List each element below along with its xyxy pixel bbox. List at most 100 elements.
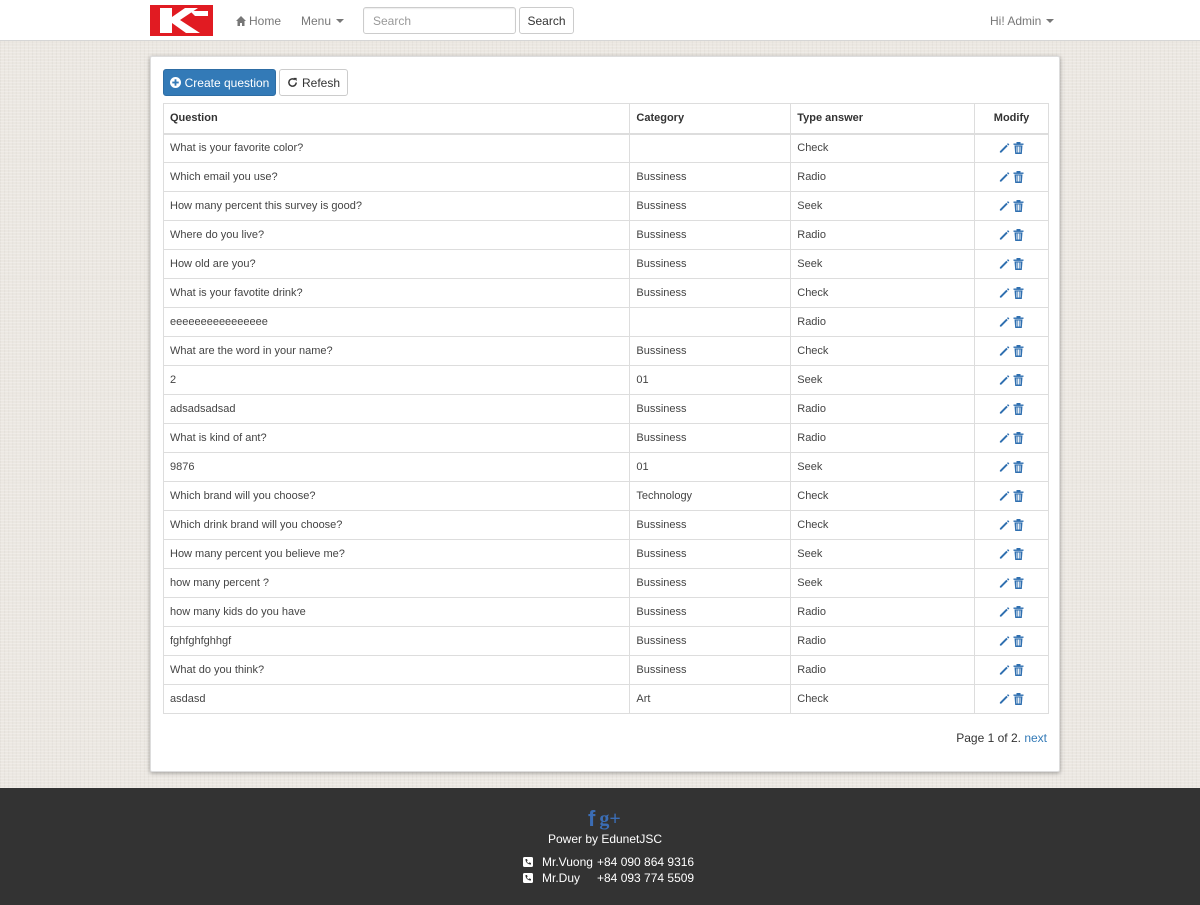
edit-icon[interactable] bbox=[999, 403, 1010, 415]
google-plus-icon[interactable]: g+ bbox=[599, 808, 620, 831]
delete-icon[interactable] bbox=[1013, 490, 1024, 503]
cell-question: 9876 bbox=[162, 452, 631, 482]
nav-home-label: Home bbox=[249, 14, 282, 28]
delete-icon[interactable] bbox=[1013, 258, 1024, 271]
table-row: What is kind of ant? Bussiness Radio bbox=[162, 423, 1049, 453]
cell-type-answer: Check bbox=[790, 336, 976, 366]
facebook-icon[interactable]: f bbox=[588, 806, 595, 832]
delete-icon[interactable] bbox=[1013, 519, 1024, 532]
table-row: 2 01 Seek bbox=[162, 365, 1049, 395]
cell-type-answer: Seek bbox=[790, 539, 976, 569]
cell-question: Which email you use? bbox=[162, 162, 631, 192]
col-header-question[interactable]: Question bbox=[162, 103, 631, 135]
cell-category: Bussiness bbox=[629, 597, 792, 627]
cell-category bbox=[629, 307, 792, 337]
create-question-label: Create question bbox=[184, 75, 270, 90]
cell-category: Art bbox=[629, 684, 792, 714]
nav-home-link[interactable]: Home bbox=[236, 13, 281, 29]
delete-icon[interactable] bbox=[1013, 403, 1024, 416]
delete-icon[interactable] bbox=[1013, 345, 1024, 358]
edit-icon[interactable] bbox=[999, 461, 1010, 473]
search-input[interactable] bbox=[363, 7, 516, 34]
cell-modify bbox=[974, 394, 1049, 424]
delete-icon[interactable] bbox=[1013, 606, 1024, 619]
edit-icon[interactable] bbox=[999, 316, 1010, 328]
edit-icon[interactable] bbox=[999, 374, 1010, 386]
delete-icon[interactable] bbox=[1013, 171, 1024, 184]
edit-icon[interactable] bbox=[999, 548, 1010, 560]
cell-type-answer: Radio bbox=[790, 220, 976, 250]
table-row: What is your favotite drink? Bussiness Che… bbox=[162, 278, 1049, 308]
cell-type-answer: Radio bbox=[790, 655, 976, 685]
delete-icon[interactable] bbox=[1013, 664, 1024, 677]
brand-logo[interactable] bbox=[150, 5, 213, 36]
next-page-link[interactable]: next bbox=[1024, 731, 1047, 745]
cell-modify bbox=[974, 452, 1049, 482]
table-row: Which drink brand will you choose? Bussin… bbox=[162, 510, 1049, 540]
delete-icon[interactable] bbox=[1013, 142, 1024, 155]
edit-icon[interactable] bbox=[999, 606, 1010, 618]
cell-modify bbox=[974, 568, 1049, 598]
page-info: Page 1 of 2. bbox=[956, 731, 1021, 745]
delete-icon[interactable] bbox=[1013, 200, 1024, 213]
cell-category: Bussiness bbox=[629, 336, 792, 366]
cell-category: 01 bbox=[629, 365, 792, 395]
delete-icon[interactable] bbox=[1013, 548, 1024, 561]
edit-icon[interactable] bbox=[999, 432, 1010, 444]
edit-icon[interactable] bbox=[999, 635, 1010, 647]
delete-icon[interactable] bbox=[1013, 693, 1024, 706]
table-row: Which brand will you choose? Technology Ch… bbox=[162, 481, 1049, 511]
edit-icon[interactable] bbox=[999, 693, 1010, 705]
pagination: Page 1 of 2. next bbox=[956, 731, 1047, 745]
cell-modify bbox=[974, 336, 1049, 366]
edit-icon[interactable] bbox=[999, 258, 1010, 270]
create-question-button[interactable]: Create question bbox=[163, 69, 276, 96]
questions-panel: Create question Refesh Question Category… bbox=[150, 56, 1060, 772]
cell-category: Bussiness bbox=[629, 394, 792, 424]
delete-icon[interactable] bbox=[1013, 316, 1024, 329]
cell-type-answer: Check bbox=[790, 684, 976, 714]
search-button[interactable]: Search bbox=[519, 7, 574, 34]
cell-type-answer: Check bbox=[790, 133, 976, 163]
edit-icon[interactable] bbox=[999, 345, 1010, 357]
contact-phone: +84 093 774 5509 bbox=[597, 871, 695, 885]
edit-icon[interactable] bbox=[999, 664, 1010, 676]
nav-menu-dropdown[interactable]: Menu bbox=[301, 13, 345, 29]
delete-icon[interactable] bbox=[1013, 635, 1024, 648]
contact-phone: +84 090 864 9316 bbox=[597, 855, 695, 869]
cell-type-answer: Seek bbox=[790, 452, 976, 482]
delete-icon[interactable] bbox=[1013, 432, 1024, 445]
contact-row: Mr.Duy +84 093 774 5509 bbox=[523, 871, 694, 885]
cell-question: Where do you live? bbox=[162, 220, 631, 250]
edit-icon[interactable] bbox=[999, 287, 1010, 299]
edit-icon[interactable] bbox=[999, 229, 1010, 241]
cell-modify bbox=[974, 684, 1049, 714]
plus-circle-icon bbox=[169, 77, 181, 88]
cell-category bbox=[629, 133, 792, 163]
refresh-button[interactable]: Refesh bbox=[279, 69, 348, 96]
cell-modify bbox=[974, 597, 1049, 627]
delete-icon[interactable] bbox=[1013, 287, 1024, 300]
cell-type-answer: Seek bbox=[790, 568, 976, 598]
edit-icon[interactable] bbox=[999, 490, 1010, 502]
edit-icon[interactable] bbox=[999, 577, 1010, 589]
cell-question: asdasd bbox=[162, 684, 631, 714]
cell-modify bbox=[974, 307, 1049, 337]
delete-icon[interactable] bbox=[1013, 229, 1024, 242]
table-row: eeeeeeeeeeeeeeee Radio bbox=[162, 307, 1049, 337]
cell-question: adsadsadsad bbox=[162, 394, 631, 424]
cell-question: how many kids do you have bbox=[162, 597, 631, 627]
cell-question: Which brand will you choose? bbox=[162, 481, 631, 511]
delete-icon[interactable] bbox=[1013, 577, 1024, 590]
edit-icon[interactable] bbox=[999, 142, 1010, 154]
edit-icon[interactable] bbox=[999, 200, 1010, 212]
col-header-type-answer[interactable]: Type answer bbox=[790, 103, 976, 135]
user-menu-dropdown[interactable]: Hi! Admin bbox=[990, 13, 1055, 29]
delete-icon[interactable] bbox=[1013, 374, 1024, 387]
edit-icon[interactable] bbox=[999, 519, 1010, 531]
delete-icon[interactable] bbox=[1013, 461, 1024, 474]
col-header-category[interactable]: Category bbox=[629, 103, 792, 135]
cell-question: What is your favotite drink? bbox=[162, 278, 631, 308]
cell-category: Bussiness bbox=[629, 626, 792, 656]
edit-icon[interactable] bbox=[999, 171, 1010, 183]
